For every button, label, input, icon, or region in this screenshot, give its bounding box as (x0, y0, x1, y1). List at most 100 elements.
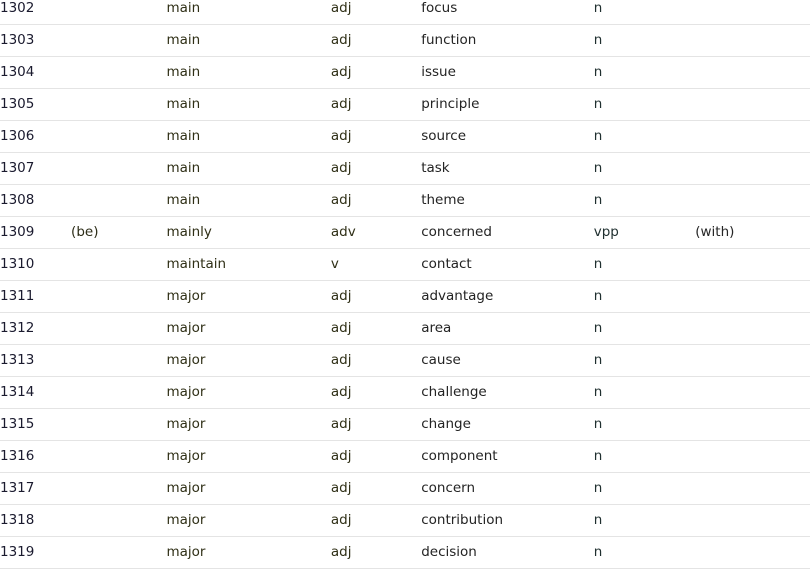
cell-suffix (695, 536, 810, 569)
cell-node-pos: adj (330, 184, 422, 217)
cell-prefix (71, 0, 167, 25)
cell-collocate-pos: n (593, 504, 696, 537)
cell-collocate-pos: n (593, 376, 696, 409)
cell-node-pos: adj (330, 472, 422, 505)
cell-collocate: challenge (421, 376, 594, 409)
cell-suffix (695, 0, 810, 25)
table-row[interactable]: 1315 major adj change n (0, 408, 810, 441)
cell-node-pos: adj (330, 88, 422, 121)
cell-collocate-pos: n (593, 312, 696, 345)
table-row[interactable]: 1302 main adj focus n (0, 0, 810, 25)
cell-node-pos: adj (330, 344, 422, 377)
cell-node-word: major (166, 408, 331, 441)
cell-node-pos: adj (330, 152, 422, 185)
cell-collocate: contribution (421, 504, 594, 537)
cell-prefix (71, 152, 167, 185)
table-row[interactable]: 1309 (be) mainly adv concerned vpp (with) (0, 216, 810, 249)
cell-index: 1305 (0, 88, 72, 121)
cell-prefix (71, 440, 167, 473)
cell-prefix (71, 344, 167, 377)
table-row[interactable]: 1314 major adj challenge n (0, 376, 810, 409)
table-row[interactable]: 1311 major adj advantage n (0, 280, 810, 313)
cell-node-pos: adj (330, 120, 422, 153)
table-row[interactable]: 1305 main adj principle n (0, 88, 810, 121)
cell-collocate: theme (421, 184, 594, 217)
cell-node-word: major (166, 504, 331, 537)
table-row[interactable]: 1308 main adj theme n (0, 184, 810, 217)
cell-node-word: major (166, 536, 331, 569)
cell-node-word: main (166, 120, 331, 153)
cell-index: 1304 (0, 56, 72, 89)
cell-node-word: mainly (166, 216, 331, 249)
cell-collocate-pos: vpp (593, 216, 696, 249)
cell-prefix (71, 280, 167, 313)
cell-index: 1314 (0, 376, 72, 409)
cell-collocate-pos: n (593, 472, 696, 505)
table-row[interactable]: 1319 major adj decision n (0, 536, 810, 569)
cell-collocate-pos: n (593, 152, 696, 185)
cell-index: 1308 (0, 184, 72, 217)
cell-prefix (71, 88, 167, 121)
cell-collocate: contact (421, 248, 594, 281)
cell-index: 1315 (0, 408, 72, 441)
table-row[interactable]: 1312 major adj area n (0, 312, 810, 345)
cell-node-pos: adj (330, 536, 422, 569)
cell-node-word: major (166, 472, 331, 505)
table-row[interactable]: 1303 main adj function n (0, 24, 810, 57)
cell-prefix (71, 312, 167, 345)
cell-index: 1310 (0, 248, 72, 281)
cell-suffix (695, 56, 810, 89)
cell-collocate: function (421, 24, 594, 57)
cell-index: 1318 (0, 504, 72, 537)
cell-node-pos: adj (330, 0, 422, 25)
cell-collocate: area (421, 312, 594, 345)
cell-collocate: concern (421, 472, 594, 505)
table-row[interactable]: 1317 major adj concern n (0, 472, 810, 505)
cell-collocate-pos: n (593, 440, 696, 473)
cell-index: 1306 (0, 120, 72, 153)
cell-node-pos: adj (330, 280, 422, 313)
cell-collocate-pos: n (593, 0, 696, 25)
cell-collocate-pos: n (593, 344, 696, 377)
table-row[interactable]: 1313 major adj cause n (0, 344, 810, 377)
cell-suffix (695, 440, 810, 473)
cell-prefix (71, 56, 167, 89)
table-row[interactable]: 1318 major adj contribution n (0, 504, 810, 537)
cell-collocate-pos: n (593, 120, 696, 153)
cell-suffix (695, 24, 810, 57)
cell-collocate: change (421, 408, 594, 441)
collocation-table: 1302 main adj focus n 1303 main adj function n 130… (0, 0, 810, 569)
cell-node-pos: adj (330, 376, 422, 409)
cell-prefix (71, 24, 167, 57)
cell-node-word: maintain (166, 248, 331, 281)
cell-suffix (695, 248, 810, 281)
table-row[interactable]: 1310 maintain v contact n (0, 248, 810, 281)
cell-index: 1311 (0, 280, 72, 313)
cell-suffix (695, 408, 810, 441)
cell-node-word: major (166, 440, 331, 473)
cell-suffix (695, 184, 810, 217)
cell-node-word: main (166, 24, 331, 57)
table-row[interactable]: 1306 main adj source n (0, 120, 810, 153)
table-row[interactable]: 1307 main adj task n (0, 152, 810, 185)
cell-suffix (695, 280, 810, 313)
cell-collocate: focus (421, 0, 594, 25)
cell-node-pos: adj (330, 440, 422, 473)
cell-collocate: source (421, 120, 594, 153)
cell-index: 1313 (0, 344, 72, 377)
cell-collocate: principle (421, 88, 594, 121)
cell-node-pos: adv (330, 216, 422, 249)
cell-index: 1303 (0, 24, 72, 57)
table-row[interactable]: 1316 major adj component n (0, 440, 810, 473)
cell-suffix: (with) (695, 216, 810, 249)
table-row[interactable]: 1304 main adj issue n (0, 56, 810, 89)
cell-suffix (695, 312, 810, 345)
cell-collocate-pos: n (593, 56, 696, 89)
cell-prefix (71, 408, 167, 441)
cell-prefix (71, 184, 167, 217)
cell-suffix (695, 472, 810, 505)
cell-node-word: major (166, 280, 331, 313)
cell-collocate-pos: n (593, 88, 696, 121)
cell-collocate-pos: n (593, 536, 696, 569)
cell-index: 1317 (0, 472, 72, 505)
